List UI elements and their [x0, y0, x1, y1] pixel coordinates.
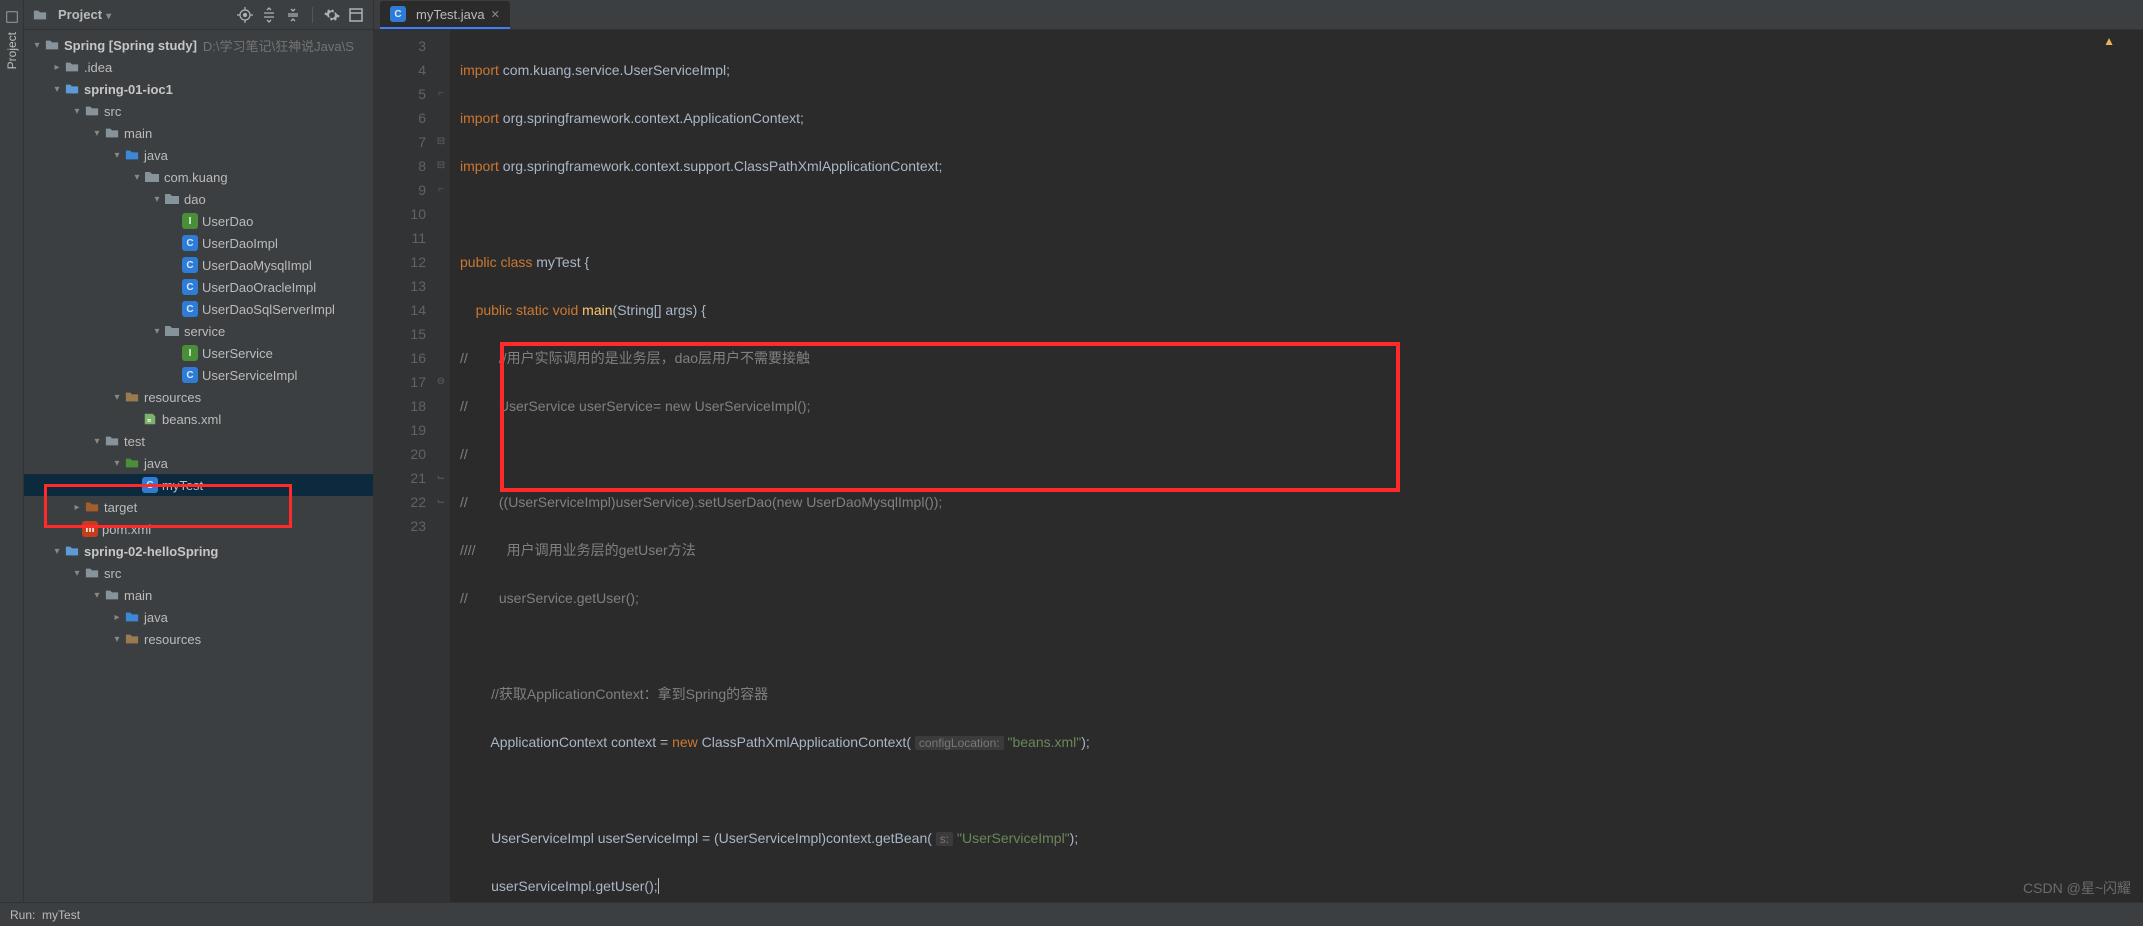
hide-icon[interactable]	[347, 6, 365, 24]
status-bar: Run: myTest	[0, 902, 2143, 926]
tree-test[interactable]: ▾test	[24, 430, 373, 452]
maven-icon: m	[82, 521, 98, 537]
class-icon: C	[182, 257, 198, 273]
locate-icon[interactable]	[236, 6, 254, 24]
watermark: CSDN @星~闪耀	[2023, 878, 2131, 898]
class-icon: C	[390, 6, 406, 22]
code-editor[interactable]: 3456 78910 11121314 15161718 1920212223 …	[374, 30, 2143, 926]
tree-dao-item-0[interactable]: IUserDao	[24, 210, 373, 232]
project-stripe-icon	[5, 10, 19, 24]
tree-target[interactable]: ▸target	[24, 496, 373, 518]
settings-icon[interactable]	[323, 6, 341, 24]
tree-pom[interactable]: mpom.xml	[24, 518, 373, 540]
tree-mytest[interactable]: CmyTest	[24, 474, 373, 496]
editor-tabbar[interactable]: C myTest.java ✕	[374, 0, 2143, 30]
interface-icon: I	[182, 213, 198, 229]
expand-all-icon[interactable]	[260, 6, 278, 24]
tree-resources[interactable]: ▾resources	[24, 386, 373, 408]
class-icon: C	[142, 477, 158, 493]
class-icon: C	[182, 279, 198, 295]
tab-mytest[interactable]: C myTest.java ✕	[380, 1, 510, 29]
tree-dao-item-1[interactable]: CUserDaoImpl	[24, 232, 373, 254]
project-sidebar: Project ▾ Spring [Spring study] D:\学习笔记\…	[24, 0, 374, 926]
tree-project-root[interactable]: ▾ Spring [Spring study] D:\学习笔记\狂神说Java\…	[24, 34, 373, 56]
sidebar-header: Project	[24, 0, 373, 30]
tree-module-2[interactable]: ▾spring-02-helloSpring	[24, 540, 373, 562]
tree-idea[interactable]: ▸.idea	[24, 56, 373, 78]
tree-test-java[interactable]: ▾java	[24, 452, 373, 474]
tree-java[interactable]: ▾java	[24, 144, 373, 166]
class-icon: C	[182, 301, 198, 317]
class-icon: C	[182, 367, 198, 383]
project-tree[interactable]: ▾ Spring [Spring study] D:\学习笔记\狂神说Java\…	[24, 30, 373, 926]
project-icon	[32, 7, 48, 23]
tree-beans-xml[interactable]: beans.xml	[24, 408, 373, 430]
close-icon[interactable]: ✕	[491, 8, 500, 21]
run-tool-label[interactable]: Run: myTest	[10, 908, 80, 922]
tree-src[interactable]: ▾src	[24, 100, 373, 122]
tree-src2[interactable]: ▾src	[24, 562, 373, 584]
tab-label: myTest.java	[416, 7, 485, 22]
tree-svc-item-1[interactable]: CUserServiceImpl	[24, 364, 373, 386]
tree-java2[interactable]: ▸java	[24, 606, 373, 628]
line-number-gutter: 3456 78910 11121314 15161718 1920212223	[374, 30, 432, 926]
tool-window-stripe[interactable]: Project	[0, 0, 24, 926]
tree-resources2[interactable]: ▾resources	[24, 628, 373, 650]
class-icon: C	[182, 235, 198, 251]
tree-dao[interactable]: ▾dao	[24, 188, 373, 210]
tree-dao-item-3[interactable]: CUserDaoOracleImpl	[24, 276, 373, 298]
collapse-all-icon[interactable]	[284, 6, 302, 24]
tree-dao-item-4[interactable]: CUserDaoSqlServerImpl	[24, 298, 373, 320]
xml-icon	[142, 411, 158, 427]
separator	[312, 7, 313, 23]
tree-svc-item-0[interactable]: IUserService	[24, 342, 373, 364]
sidebar-title[interactable]: Project	[58, 7, 111, 22]
tree-module-1[interactable]: ▾spring-01-ioc1	[24, 78, 373, 100]
tree-main[interactable]: ▾main	[24, 122, 373, 144]
tree-service[interactable]: ▾service	[24, 320, 373, 342]
tree-main2[interactable]: ▾main	[24, 584, 373, 606]
interface-icon: I	[182, 345, 198, 361]
tree-pkg[interactable]: ▾com.kuang	[24, 166, 373, 188]
tree-dao-item-2[interactable]: CUserDaoMysqlImpl	[24, 254, 373, 276]
editor-area: C myTest.java ✕ 3456 78910 11121314 1516…	[374, 0, 2143, 926]
fold-gutter[interactable]: ⌐ ⊟⊟⌐ ⊖ ⌙⌙	[432, 30, 450, 926]
error-stripe[interactable]	[2113, 30, 2143, 926]
code-content[interactable]: import com.kuang.service.UserServiceImpl…	[450, 30, 2143, 926]
project-stripe-label: Project	[5, 32, 19, 69]
